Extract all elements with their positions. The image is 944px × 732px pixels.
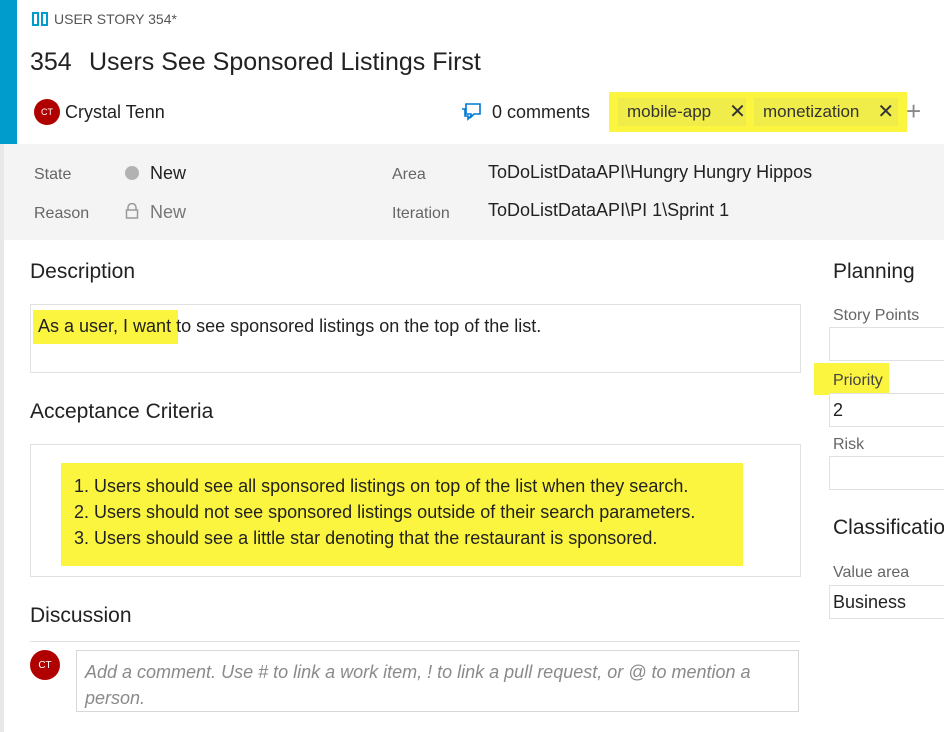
tag-monetization[interactable]: monetization ✕ — [754, 98, 898, 126]
comment-icon — [462, 102, 481, 121]
state-value[interactable]: New — [150, 163, 186, 184]
work-item-type-color-bar — [0, 0, 17, 144]
value-area-label: Value area — [833, 564, 910, 581]
tag-mobile-app[interactable]: mobile-app ✕ — [618, 98, 746, 126]
description-rest-text: to see sponsored listings on the top of … — [171, 316, 542, 336]
commenter-avatar: CT — [30, 650, 60, 680]
story-points-label: Story Points — [833, 307, 920, 324]
value-area-field[interactable]: Business — [829, 585, 944, 619]
state-label: State — [34, 166, 72, 183]
work-item-type-label: USER STORY 354* — [32, 11, 177, 27]
classification-heading: Classificatio — [833, 516, 944, 539]
story-points-field[interactable] — [829, 327, 944, 361]
owner-avatar[interactable]: CT — [34, 99, 60, 125]
priority-label: Priority — [833, 372, 883, 389]
comments-count: 0 comments — [492, 102, 591, 122]
priority-value: 2 — [833, 400, 844, 420]
close-icon[interactable]: ✕ — [877, 102, 894, 122]
add-tag-icon[interactable]: + — [906, 96, 921, 127]
book-icon — [32, 12, 48, 26]
acceptance-item: 2. Users should not see sponsored listin… — [74, 502, 696, 522]
value-area-value: Business — [833, 592, 907, 612]
comments-link[interactable]: 0 comments — [460, 102, 590, 123]
tag-label: monetization — [763, 102, 860, 121]
tag-label: mobile-app — [627, 102, 712, 121]
work-item-type-text: USER STORY 354* — [54, 11, 177, 27]
iteration-value[interactable]: ToDoListDataAPI\PI 1\Sprint 1 — [488, 200, 729, 221]
description-heading: Description — [30, 260, 136, 283]
work-item-title[interactable]: Users See Sponsored Listings First — [89, 48, 481, 77]
priority-field[interactable]: 2 — [829, 393, 944, 427]
planning-heading: Planning — [833, 260, 915, 283]
lock-icon — [125, 203, 139, 219]
acceptance-item: 1. Users should see all sponsored listin… — [74, 476, 689, 496]
acceptance-criteria-heading: Acceptance Criteria — [30, 400, 214, 423]
discussion-heading: Discussion — [30, 604, 132, 627]
acceptance-item: 3. Users should see a little star denoti… — [74, 528, 658, 548]
reason-label: Reason — [34, 205, 90, 222]
description-text[interactable]: As a user, I want to see sponsored listi… — [38, 316, 541, 337]
owner-name[interactable]: Crystal Tenn — [65, 102, 165, 123]
work-item-id: 354 — [30, 48, 72, 76]
risk-field[interactable] — [829, 456, 944, 490]
area-label: Area — [392, 166, 426, 183]
area-value[interactable]: ToDoListDataAPI\Hungry Hungry Hippos — [488, 162, 812, 183]
state-dot-icon — [125, 166, 139, 180]
description-highlighted-text: As a user, I want — [38, 316, 172, 336]
comment-input[interactable]: Add a comment. Use # to link a work item… — [76, 650, 799, 712]
risk-label: Risk — [833, 436, 865, 453]
fields-band — [4, 144, 944, 240]
iteration-label: Iteration — [392, 205, 450, 222]
reason-value: New — [150, 202, 187, 222]
discussion-divider — [30, 641, 800, 642]
close-icon[interactable]: ✕ — [729, 102, 746, 122]
